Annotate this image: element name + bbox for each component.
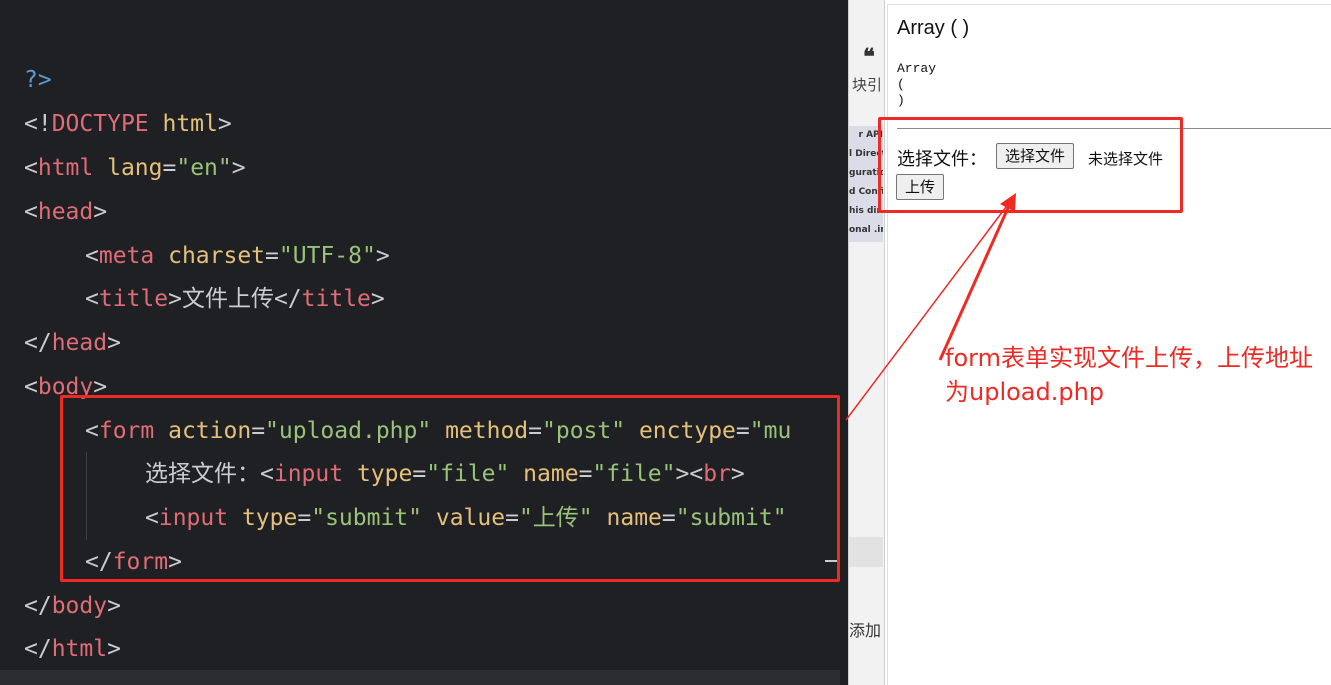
annotation-note: form表单实现文件上传，上传地址为upload.php xyxy=(945,344,1313,406)
